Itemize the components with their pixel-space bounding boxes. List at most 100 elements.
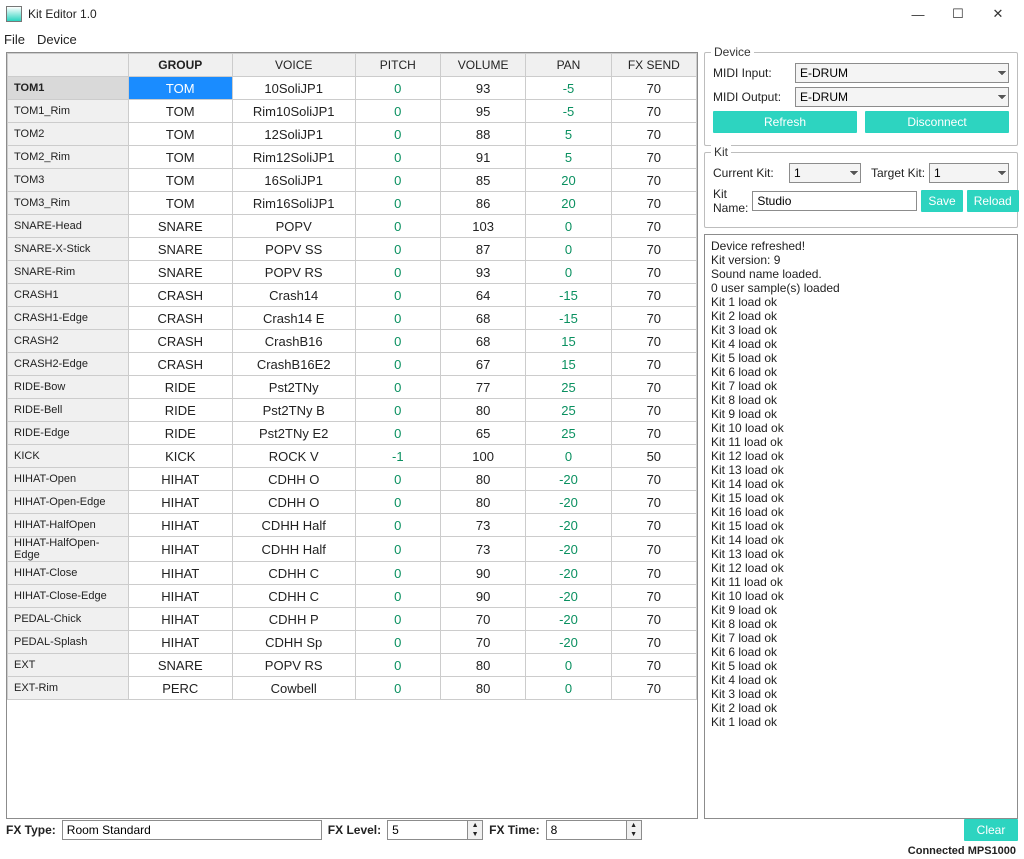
maximize-button[interactable]: ☐ <box>938 3 978 25</box>
row-name[interactable]: PEDAL-Splash <box>8 631 129 654</box>
cell-pitch[interactable]: 0 <box>355 284 440 307</box>
cell-group[interactable]: HIHAT <box>128 491 232 514</box>
table-row[interactable]: PEDAL-ChickHIHATCDHH P070-2070 <box>8 608 697 631</box>
cell-voice[interactable]: POPV RS <box>232 261 355 284</box>
col-group[interactable]: GROUP <box>128 54 232 77</box>
row-name[interactable]: EXT <box>8 654 129 677</box>
cell-voice[interactable]: Pst2TNy B <box>232 399 355 422</box>
cell-volume[interactable]: 90 <box>440 585 525 608</box>
cell-fx[interactable]: 70 <box>611 537 696 562</box>
fx-type-select[interactable]: Room Standard <box>62 820 322 840</box>
cell-group[interactable]: CRASH <box>128 284 232 307</box>
table-row[interactable]: KICKKICKROCK V-1100050 <box>8 445 697 468</box>
row-name[interactable]: TOM2 <box>8 123 129 146</box>
cell-fx[interactable]: 70 <box>611 123 696 146</box>
cell-pitch[interactable]: 0 <box>355 422 440 445</box>
cell-group[interactable]: RIDE <box>128 376 232 399</box>
fx-level-input[interactable]: ▲▼ <box>387 820 483 840</box>
cell-voice[interactable]: Pst2TNy E2 <box>232 422 355 445</box>
cell-pan[interactable]: 0 <box>526 677 611 700</box>
cell-pan[interactable]: 25 <box>526 399 611 422</box>
cell-voice[interactable]: CDHH C <box>232 585 355 608</box>
cell-fx[interactable]: 70 <box>611 215 696 238</box>
cell-volume[interactable]: 64 <box>440 284 525 307</box>
cell-voice[interactable]: POPV RS <box>232 654 355 677</box>
cell-volume[interactable]: 68 <box>440 307 525 330</box>
cell-pitch[interactable]: 0 <box>355 169 440 192</box>
table-row[interactable]: TOM3TOM16SoliJP10852070 <box>8 169 697 192</box>
table-row[interactable]: TOM2_RimTOMRim12SoliJP1091570 <box>8 146 697 169</box>
cell-fx[interactable]: 70 <box>611 261 696 284</box>
table-row[interactable]: TOM3_RimTOMRim16SoliJP10862070 <box>8 192 697 215</box>
table-row[interactable]: HIHAT-HalfOpenHIHATCDHH Half073-2070 <box>8 514 697 537</box>
cell-fx[interactable]: 70 <box>611 631 696 654</box>
col-volume[interactable]: VOLUME <box>440 54 525 77</box>
cell-volume[interactable]: 87 <box>440 238 525 261</box>
cell-voice[interactable]: CrashB16E2 <box>232 353 355 376</box>
cell-pitch[interactable]: 0 <box>355 330 440 353</box>
col-pan[interactable]: PAN <box>526 54 611 77</box>
cell-voice[interactable]: Rim12SoliJP1 <box>232 146 355 169</box>
cell-volume[interactable]: 95 <box>440 100 525 123</box>
cell-pan[interactable]: -5 <box>526 100 611 123</box>
table-row[interactable]: HIHAT-HalfOpen-EdgeHIHATCDHH Half073-207… <box>8 537 697 562</box>
cell-volume[interactable]: 80 <box>440 491 525 514</box>
cell-group[interactable]: TOM <box>128 192 232 215</box>
cell-fx[interactable]: 70 <box>611 169 696 192</box>
cell-group[interactable]: HIHAT <box>128 468 232 491</box>
cell-volume[interactable]: 88 <box>440 123 525 146</box>
row-name[interactable]: TOM1 <box>8 77 129 100</box>
cell-pitch[interactable]: -1 <box>355 445 440 468</box>
cell-pan[interactable]: -20 <box>526 514 611 537</box>
row-name[interactable]: TOM3_Rim <box>8 192 129 215</box>
cell-fx[interactable]: 70 <box>611 422 696 445</box>
table-row[interactable]: CRASH2-EdgeCRASHCrashB16E20671570 <box>8 353 697 376</box>
row-name[interactable]: HIHAT-Close <box>8 562 129 585</box>
cell-voice[interactable]: CDHH Half <box>232 514 355 537</box>
cell-fx[interactable]: 70 <box>611 677 696 700</box>
cell-pitch[interactable]: 0 <box>355 537 440 562</box>
cell-group[interactable]: HIHAT <box>128 608 232 631</box>
col-blank[interactable] <box>8 54 129 77</box>
cell-volume[interactable]: 80 <box>440 677 525 700</box>
cell-voice[interactable]: POPV SS <box>232 238 355 261</box>
cell-volume[interactable]: 80 <box>440 468 525 491</box>
cell-fx[interactable]: 70 <box>611 353 696 376</box>
table-row[interactable]: HIHAT-Open-EdgeHIHATCDHH O080-2070 <box>8 491 697 514</box>
kit-name-input[interactable] <box>752 191 917 211</box>
table-row[interactable]: SNARE-RimSNAREPOPV RS093070 <box>8 261 697 284</box>
cell-fx[interactable]: 70 <box>611 399 696 422</box>
cell-pitch[interactable]: 0 <box>355 192 440 215</box>
table-row[interactable]: TOM1_RimTOMRim10SoliJP1095-570 <box>8 100 697 123</box>
close-button[interactable]: ✕ <box>978 3 1018 25</box>
kit-table[interactable]: GROUP VOICE PITCH VOLUME PAN FX SEND TOM… <box>7 53 697 700</box>
cell-voice[interactable]: CrashB16 <box>232 330 355 353</box>
table-row[interactable]: HIHAT-Close-EdgeHIHATCDHH C090-2070 <box>8 585 697 608</box>
cell-voice[interactable]: CDHH C <box>232 562 355 585</box>
cell-group[interactable]: TOM <box>128 146 232 169</box>
row-name[interactable]: CRASH2-Edge <box>8 353 129 376</box>
cell-pitch[interactable]: 0 <box>355 677 440 700</box>
fx-time-field[interactable] <box>546 820 626 840</box>
cell-fx[interactable]: 70 <box>611 376 696 399</box>
cell-voice[interactable]: 16SoliJP1 <box>232 169 355 192</box>
cell-pan[interactable]: 0 <box>526 445 611 468</box>
cell-volume[interactable]: 73 <box>440 514 525 537</box>
cell-group[interactable]: TOM <box>128 100 232 123</box>
cell-voice[interactable]: Rim10SoliJP1 <box>232 100 355 123</box>
cell-pitch[interactable]: 0 <box>355 100 440 123</box>
row-name[interactable]: RIDE-Bell <box>8 399 129 422</box>
row-name[interactable]: CRASH1 <box>8 284 129 307</box>
table-row[interactable]: RIDE-BowRIDEPst2TNy0772570 <box>8 376 697 399</box>
reload-button[interactable]: Reload <box>967 190 1019 212</box>
cell-group[interactable]: SNARE <box>128 215 232 238</box>
cell-pitch[interactable]: 0 <box>355 307 440 330</box>
cell-fx[interactable]: 70 <box>611 491 696 514</box>
row-name[interactable]: HIHAT-HalfOpen <box>8 514 129 537</box>
cell-pan[interactable]: 20 <box>526 169 611 192</box>
cell-fx[interactable]: 50 <box>611 445 696 468</box>
cell-pan[interactable]: 20 <box>526 192 611 215</box>
cell-voice[interactable]: Pst2TNy <box>232 376 355 399</box>
cell-pan[interactable]: -20 <box>526 631 611 654</box>
cell-pan[interactable]: -20 <box>526 491 611 514</box>
